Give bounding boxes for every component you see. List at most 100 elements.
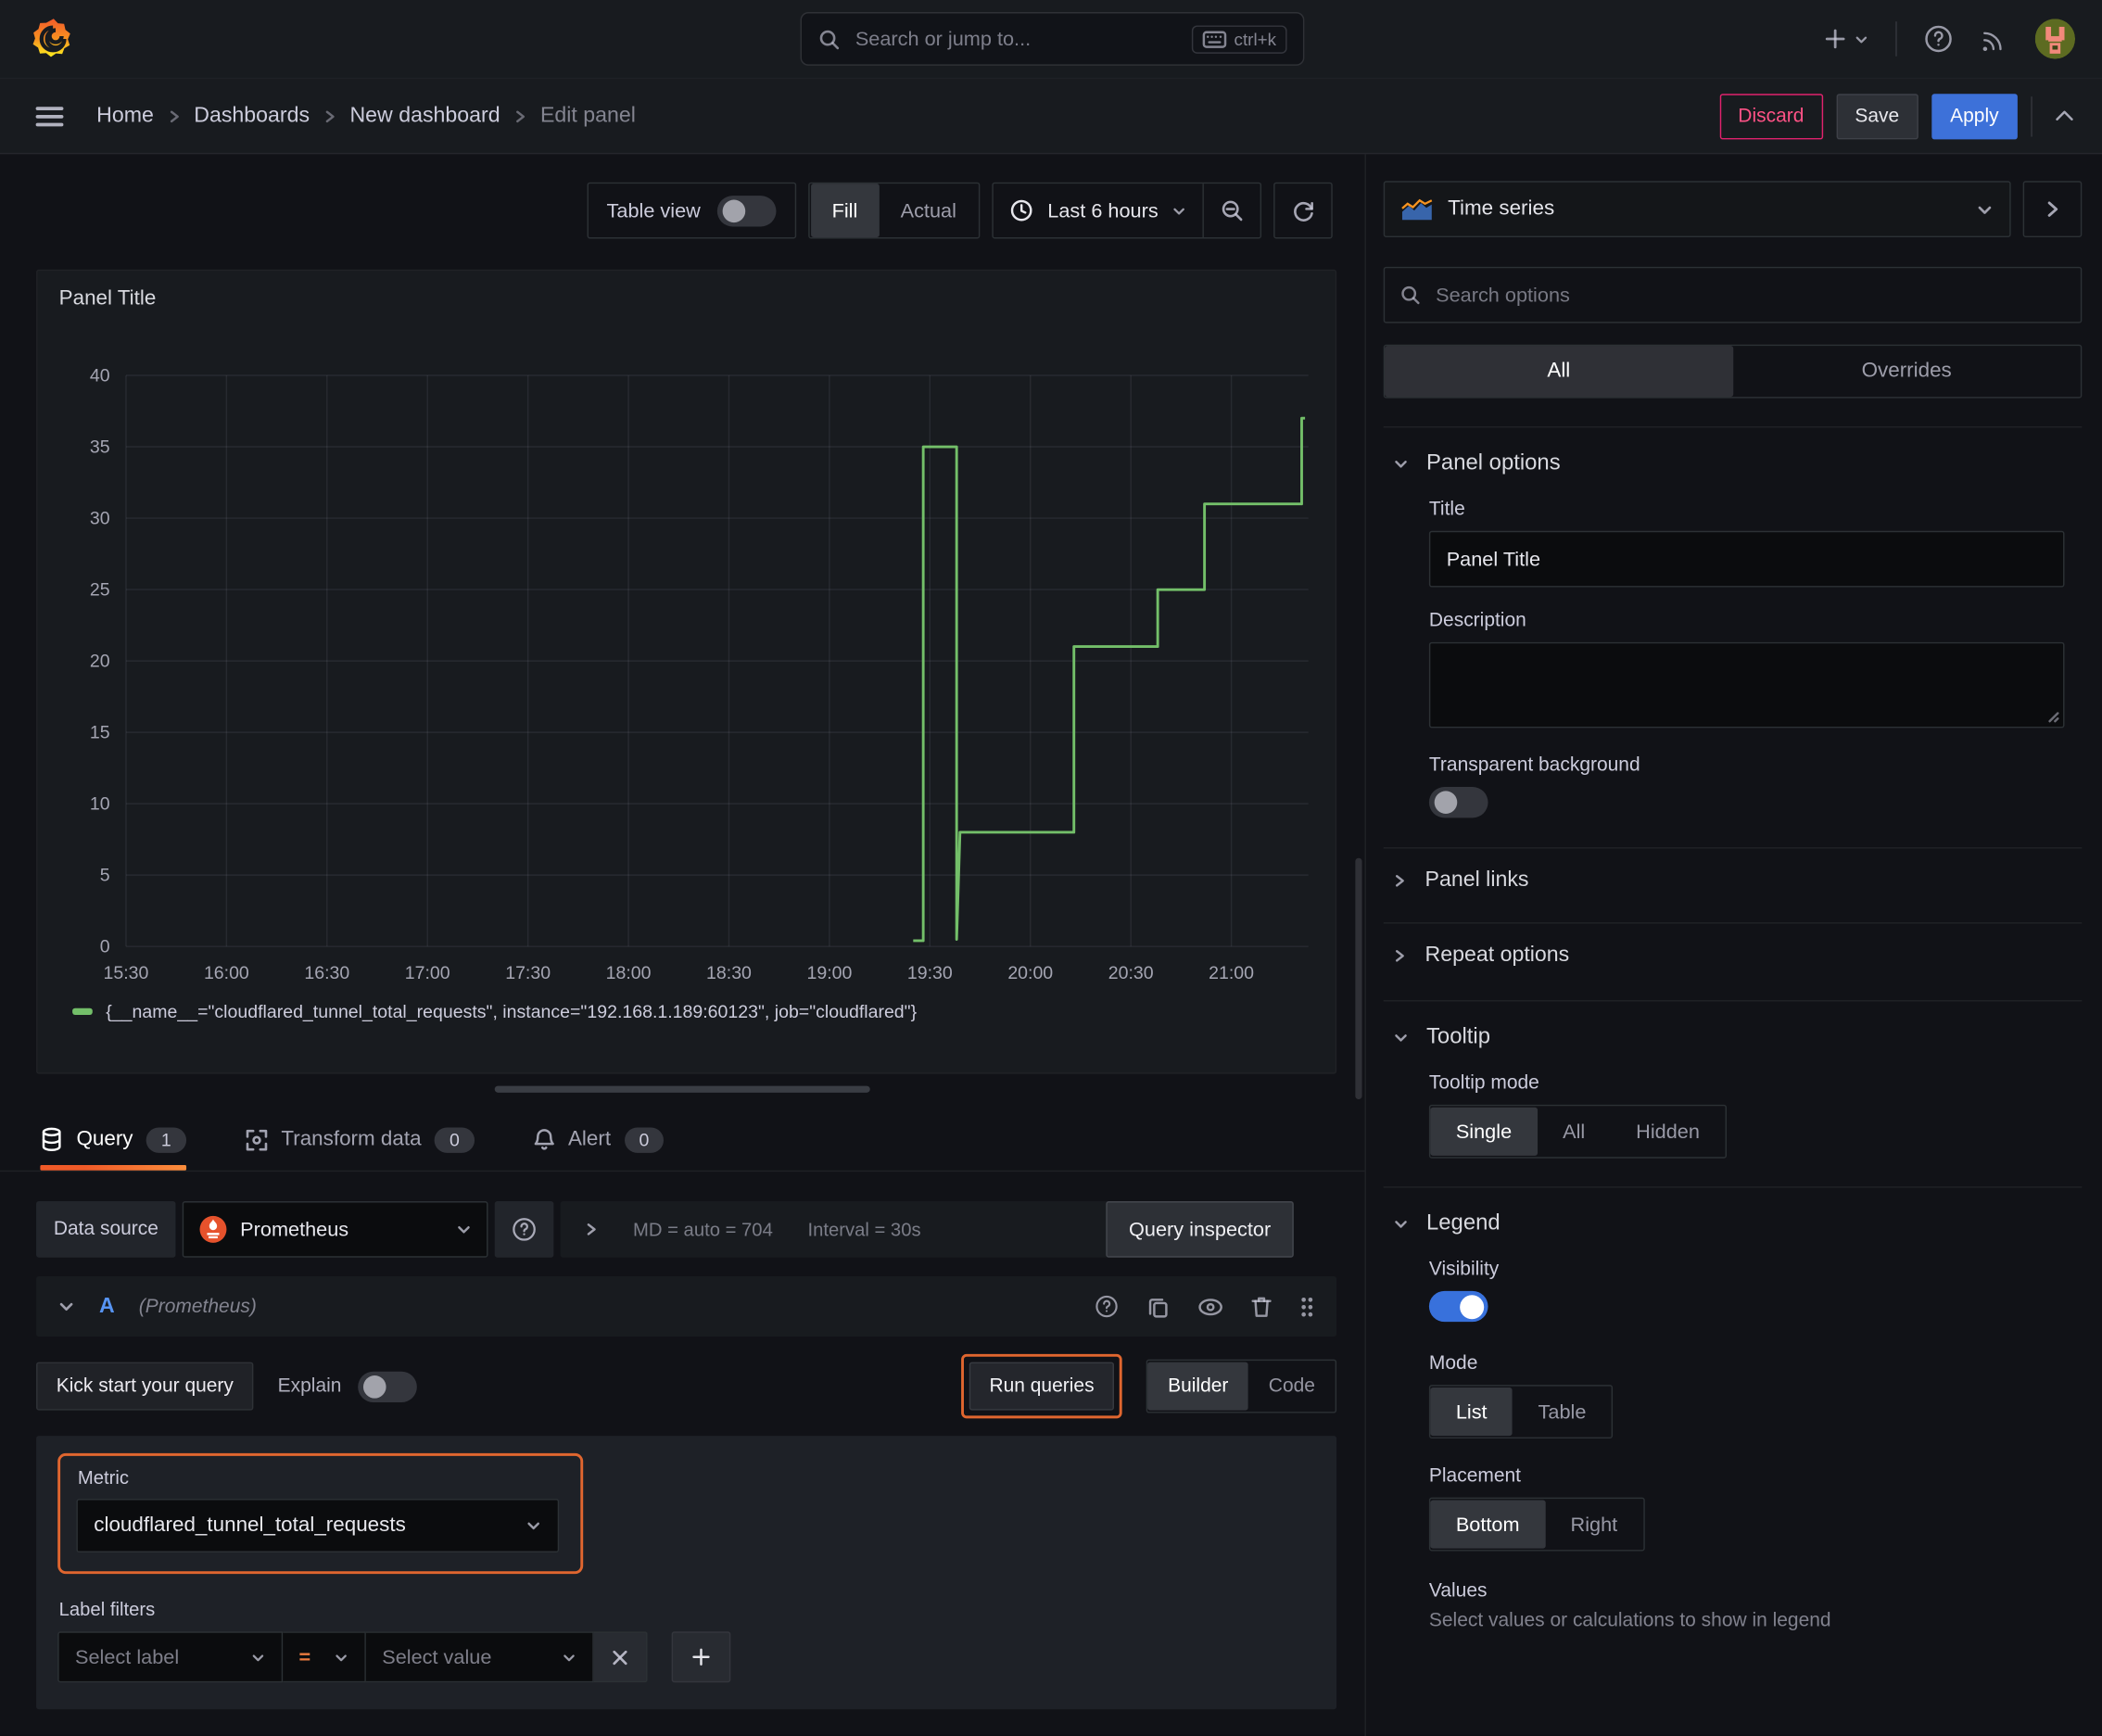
grafana-logo-icon[interactable] — [30, 15, 78, 63]
resize-corner-icon[interactable] — [2045, 709, 2059, 723]
tooltip-single-option[interactable]: Single — [1430, 1107, 1538, 1156]
chevron-down-icon[interactable] — [57, 1298, 75, 1315]
time-range-picker[interactable]: Last 6 hours — [994, 198, 1202, 222]
tab-transform-data[interactable]: Transform data 0 — [245, 1109, 475, 1171]
explain-toggle[interactable] — [357, 1370, 417, 1402]
chart-legend[interactable]: {__name__="cloudflared_tunnel_total_requ… — [72, 1001, 917, 1021]
remove-filter-button[interactable] — [593, 1631, 648, 1683]
bell-icon — [533, 1127, 554, 1151]
builder-option[interactable]: Builder — [1147, 1362, 1249, 1411]
options-pane: Time series All Overrides — [1364, 154, 2100, 1736]
pane-resize-handle[interactable] — [494, 1085, 870, 1093]
transform-icon — [245, 1128, 268, 1151]
legend-placement-group: Bottom Right — [1428, 1497, 1645, 1552]
svg-text:15:30: 15:30 — [104, 963, 149, 983]
datasource-picker[interactable]: Prometheus — [182, 1201, 488, 1258]
news-rss-icon[interactable] — [1980, 25, 2007, 53]
apply-button[interactable]: Apply — [1931, 93, 2018, 139]
tooltip-hidden-option[interactable]: Hidden — [1611, 1108, 1726, 1156]
add-filter-button[interactable] — [671, 1631, 731, 1683]
svg-text:16:30: 16:30 — [304, 963, 349, 983]
delete-query-icon[interactable] — [1251, 1295, 1273, 1319]
discard-button[interactable]: Discard — [1719, 93, 1823, 139]
breadcrumb-dashboards[interactable]: Dashboards — [194, 104, 310, 128]
svg-text:19:00: 19:00 — [806, 963, 852, 983]
chevron-down-icon — [250, 1650, 265, 1665]
datasource-name: Prometheus — [240, 1218, 349, 1241]
duplicate-query-icon[interactable] — [1146, 1295, 1171, 1319]
refresh-button[interactable] — [1275, 184, 1332, 237]
mode-list-option[interactable]: List — [1430, 1388, 1513, 1437]
menu-icon[interactable] — [35, 104, 65, 128]
visibility-toggle[interactable] — [1428, 1290, 1488, 1323]
breadcrumb-new-dashboard[interactable]: New dashboard — [349, 104, 500, 128]
table-view-toggle[interactable] — [716, 195, 776, 226]
actual-option[interactable]: Actual — [879, 184, 978, 237]
visualization-picker[interactable]: Time series — [1383, 181, 2011, 238]
actions-divider — [2031, 95, 2032, 136]
mode-table-option[interactable]: Table — [1513, 1388, 1612, 1436]
legend-series-label[interactable]: {__name__="cloudflared_tunnel_total_requ… — [106, 1001, 917, 1021]
tab-overrides[interactable]: Overrides — [1733, 346, 2081, 397]
timeseries-chart: 0 5 10 15 20 25 30 35 40 15:30 16:00 16:30 17:00 17:3… — [90, 366, 1309, 983]
placement-right-option[interactable]: Right — [1545, 1501, 1643, 1549]
fill-option[interactable]: Fill — [810, 184, 880, 238]
database-icon — [40, 1127, 63, 1151]
query-inspector-button[interactable]: Query inspector — [1106, 1201, 1294, 1258]
drag-handle-icon[interactable] — [1299, 1295, 1315, 1319]
save-button[interactable]: Save — [1836, 93, 1918, 139]
description-textarea[interactable] — [1428, 641, 2065, 729]
operator-dropdown[interactable]: = — [283, 1631, 366, 1683]
search-icon — [1399, 285, 1421, 306]
panel-preview[interactable]: Panel Title 0 5 10 15 20 25 30 35 40 15:30 16:00 16… — [36, 269, 1337, 1074]
placement-bottom-option[interactable]: Bottom — [1430, 1500, 1546, 1549]
run-queries-button[interactable]: Run queries — [969, 1362, 1115, 1411]
panel-title: Panel Title — [58, 286, 157, 310]
query-help-icon[interactable] — [1094, 1294, 1119, 1319]
datasource-row: Data source Prometheus MD = auto = 704 I… — [36, 1201, 1294, 1258]
kick-start-button[interactable]: Kick start your query — [36, 1362, 254, 1411]
options-search-input[interactable] — [1433, 282, 2066, 308]
query-row-header[interactable]: A (Prometheus) — [36, 1276, 1337, 1337]
legend-header[interactable]: Legend — [1384, 1210, 2083, 1235]
svg-text:18:00: 18:00 — [606, 963, 652, 983]
panel-options-header[interactable]: Panel options — [1384, 450, 2083, 475]
user-avatar[interactable] — [2034, 19, 2076, 59]
new-dropdown-button[interactable] — [1823, 27, 1868, 51]
query-datasource-hint: (Prometheus) — [138, 1295, 257, 1318]
timeseries-plot[interactable]: 0 5 10 15 20 25 30 35 40 15:30 16:00 16:30 17:00 17:3… — [54, 324, 1322, 999]
tab-all[interactable]: All — [1385, 346, 1733, 398]
table-view-group: Table view — [586, 182, 796, 239]
global-search-box[interactable]: ctrl+k — [800, 12, 1305, 66]
repeat-options-section[interactable]: Repeat options — [1383, 922, 2083, 972]
collapse-options-button[interactable] — [2022, 181, 2083, 238]
zoom-out-button[interactable] — [1204, 184, 1260, 237]
scrollbar-thumb[interactable] — [1355, 857, 1362, 1100]
help-icon[interactable] — [1924, 24, 1954, 54]
chevron-right-icon — [167, 108, 180, 123]
chevron-down-icon — [1393, 1215, 1409, 1231]
metric-select[interactable]: cloudflared_tunnel_total_requests — [76, 1499, 560, 1552]
chevron-up-icon[interactable] — [2054, 108, 2075, 123]
transparent-bg-toggle[interactable] — [1428, 787, 1488, 818]
tooltip-header[interactable]: Tooltip — [1384, 1024, 2083, 1049]
breadcrumb-home[interactable]: Home — [96, 104, 154, 128]
options-search-box[interactable] — [1383, 266, 2083, 323]
datasource-help-button[interactable] — [495, 1201, 554, 1258]
svg-text:15: 15 — [90, 723, 110, 743]
tab-query[interactable]: Query 1 — [40, 1109, 186, 1171]
tooltip-all-option[interactable]: All — [1538, 1108, 1611, 1156]
toggle-visibility-icon[interactable] — [1197, 1296, 1224, 1317]
panel-title-input[interactable]: Panel Title — [1428, 530, 2065, 588]
panel-links-section[interactable]: Panel links — [1383, 847, 2083, 897]
query-options-bar[interactable]: MD = auto = 704 Interval = 30s Query ins… — [560, 1201, 1294, 1258]
global-search-input[interactable] — [852, 26, 1192, 52]
query-toolbar: Kick start your query Explain Run querie… — [36, 1353, 1337, 1419]
select-value-dropdown[interactable]: Select value — [365, 1631, 594, 1683]
chevron-down-icon — [1171, 203, 1186, 218]
tab-alert[interactable]: Alert 0 — [533, 1109, 665, 1171]
chevron-right-icon — [1393, 873, 1406, 889]
code-option[interactable]: Code — [1248, 1362, 1336, 1411]
explain-group: Explain — [278, 1370, 417, 1402]
select-label-dropdown[interactable]: Select label — [57, 1631, 284, 1683]
